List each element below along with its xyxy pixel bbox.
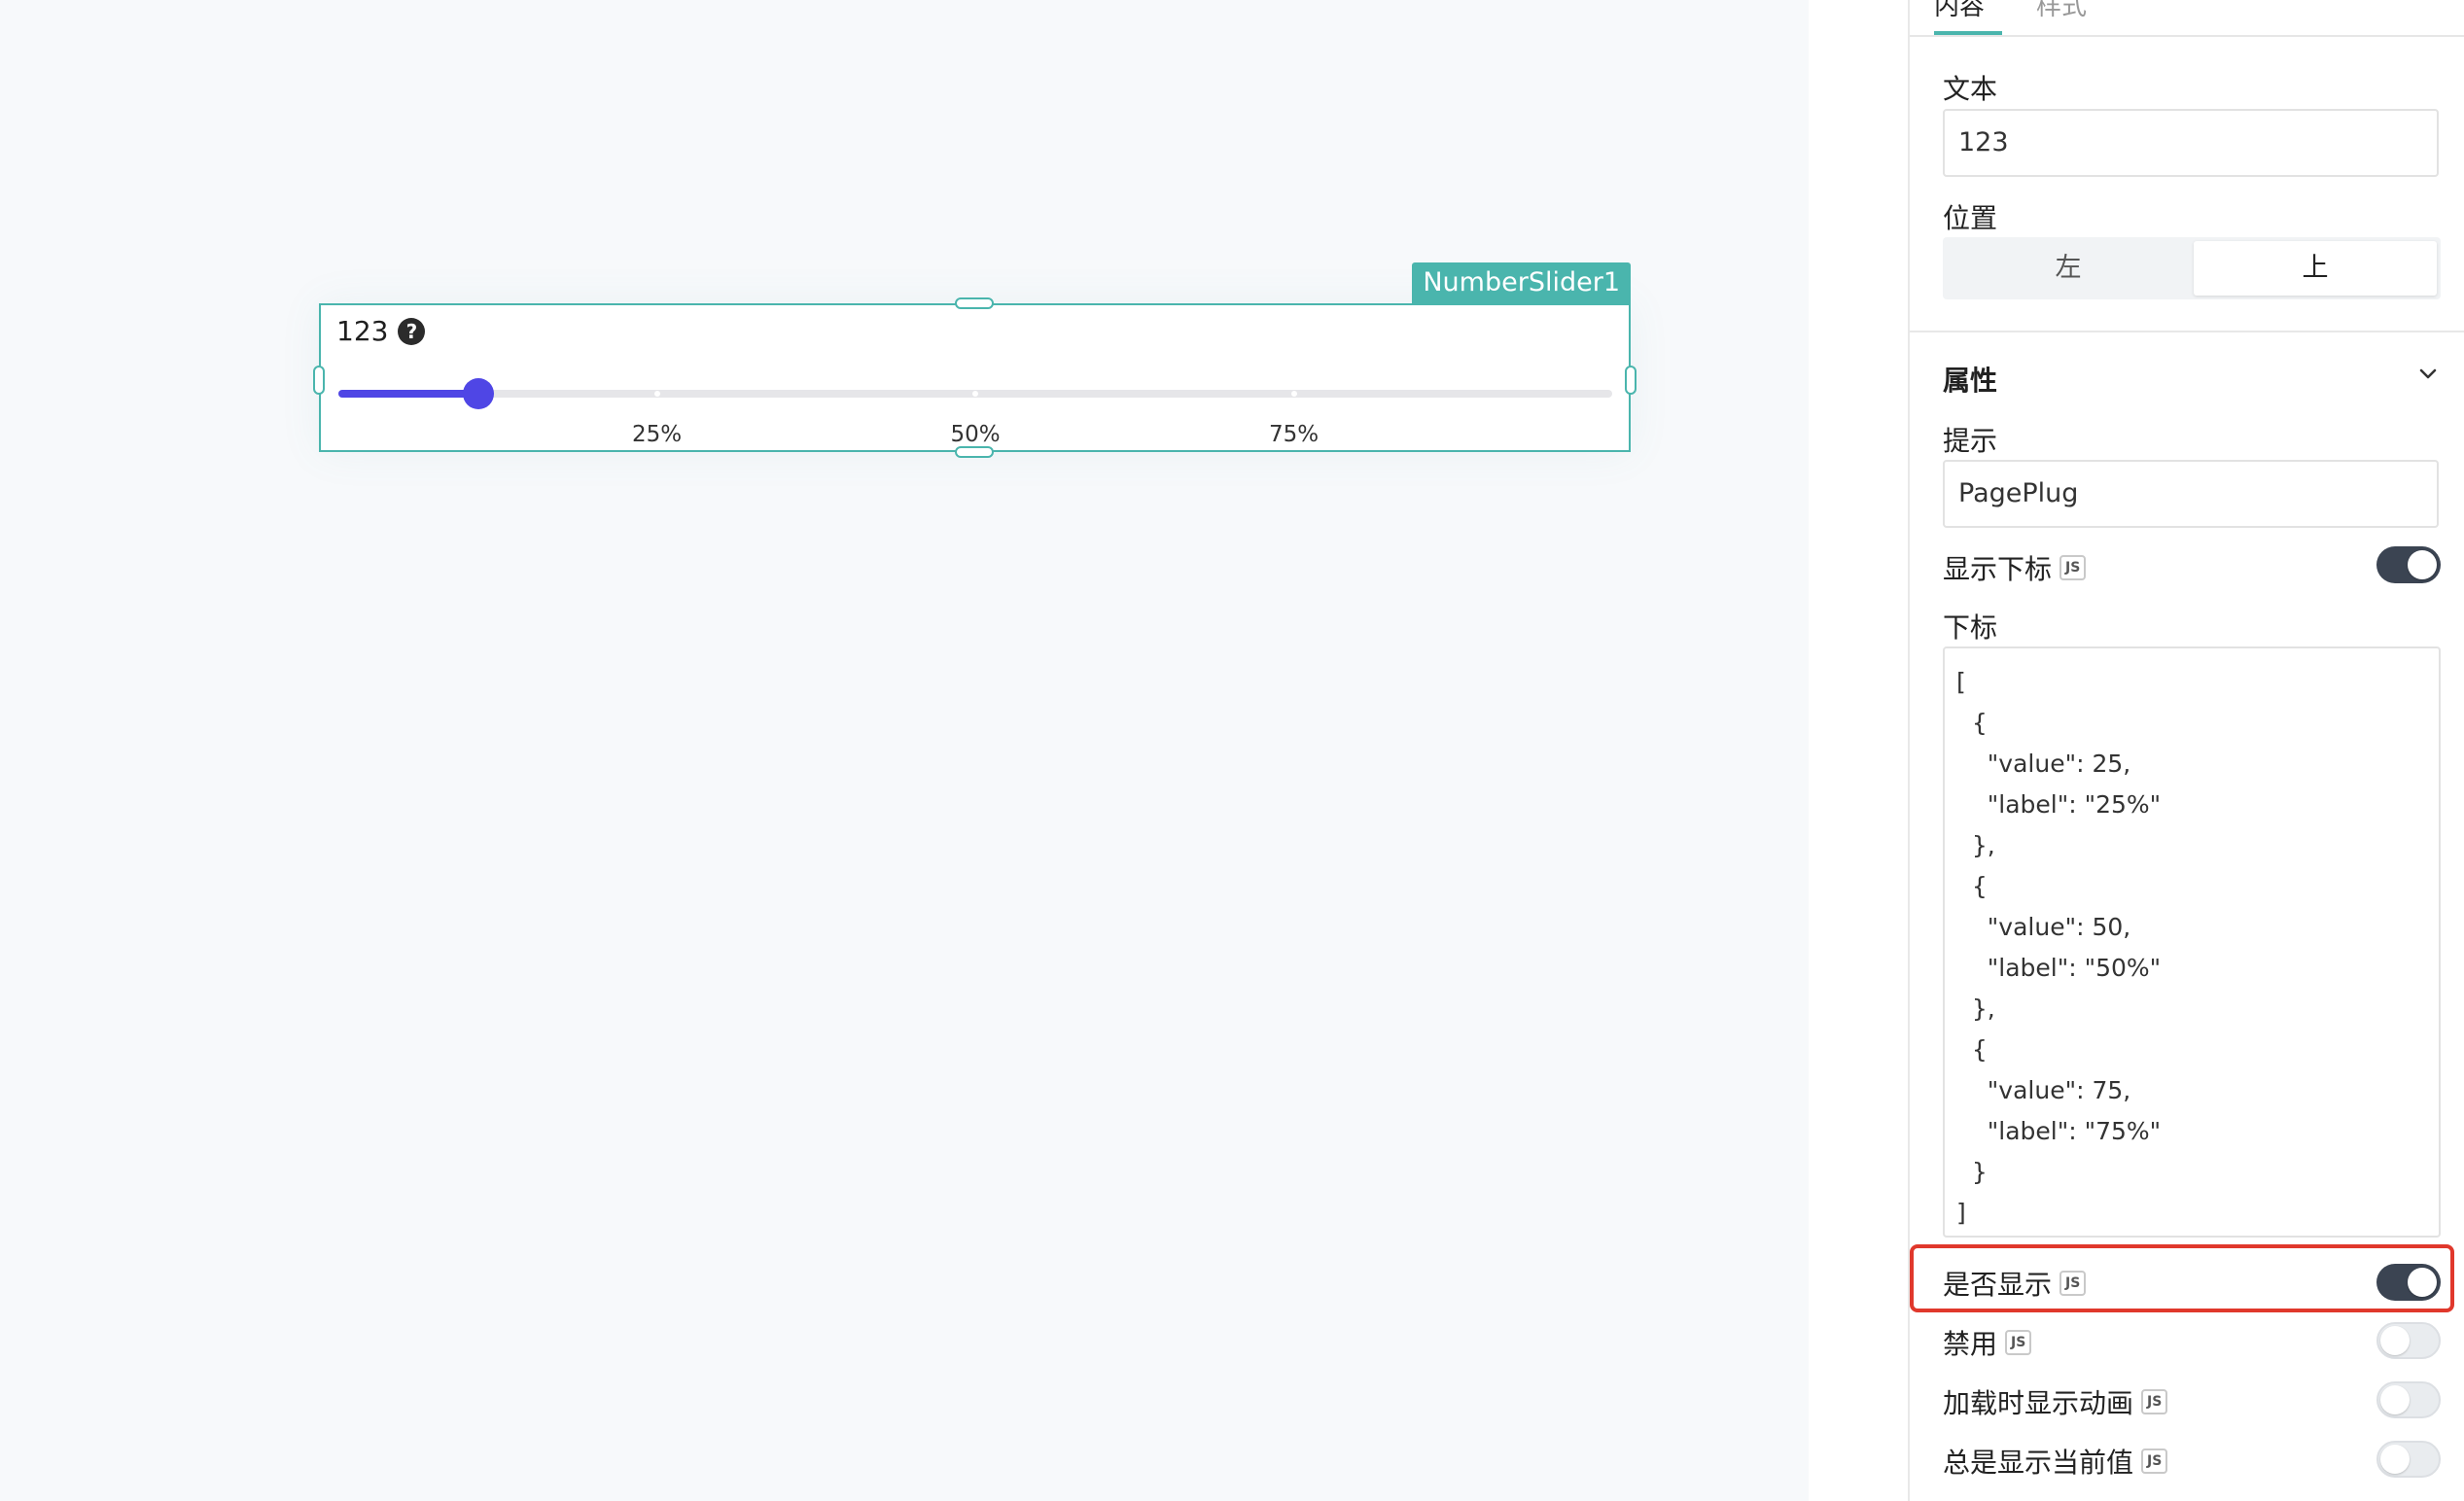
tab-content[interactable]: 内容 [1934, 0, 1985, 22]
resize-handle-top[interactable] [955, 297, 994, 309]
position-option-left[interactable]: 左 [1947, 241, 2190, 296]
text-field-label: 文本 [1943, 73, 1998, 105]
animate-label: 加载时显示动画 [1943, 1387, 2134, 1419]
position-option-top[interactable]: 上 [2194, 241, 2437, 296]
slider-mark-label[interactable]: 25% [632, 422, 682, 447]
slider-track[interactable] [338, 378, 1612, 409]
slider-label-row: 123 ? [336, 315, 426, 347]
js-toggle-badge[interactable]: JS [2005, 1330, 2032, 1355]
show-marks-row-label: 显示下标 JS [1943, 548, 2087, 587]
js-toggle-badge[interactable]: JS [2059, 1271, 2087, 1296]
slider-mark-dot [653, 391, 660, 397]
js-toggle-badge[interactable]: JS [2141, 1449, 2168, 1474]
widget-name-tag[interactable]: NumberSlider1 [1412, 262, 1631, 303]
property-pane: 内容 样式 文本 123 位置 左 上 属性 提示 PagePlug 显示下标 … [1910, 0, 2464, 1501]
number-slider-widget[interactable]: NumberSlider1 123 ? 25% 50% 75% [313, 262, 1637, 458]
resize-handle-bottom[interactable] [955, 446, 994, 458]
text-input[interactable]: 123 [1943, 109, 2439, 177]
question-circle-icon[interactable]: ? [398, 317, 426, 345]
visible-toggle[interactable] [2376, 1264, 2441, 1301]
chevron-down-icon[interactable] [2415, 362, 2441, 387]
active-tab-indicator [1934, 31, 2002, 35]
visible-row-label: 是否显示 JS [1943, 1264, 2087, 1303]
show-marks-label: 显示下标 [1943, 553, 2053, 585]
position-segmented-control: 左 上 [1943, 237, 2441, 299]
slider-thumb[interactable] [463, 378, 495, 409]
position-field-label: 位置 [1943, 202, 1998, 234]
tooltip-input[interactable]: PagePlug [1943, 460, 2439, 528]
tooltip-field-label: 提示 [1943, 425, 1998, 457]
slider-mark-label[interactable]: 50% [950, 422, 1000, 447]
slider-mark-dot [1290, 391, 1297, 397]
disabled-row-label: 禁用 JS [1943, 1323, 2032, 1362]
marks-field-label: 下标 [1943, 611, 1998, 644]
js-toggle-badge[interactable]: JS [2141, 1389, 2168, 1414]
section-title-properties[interactable]: 属性 [1943, 360, 1997, 399]
disabled-toggle[interactable] [2376, 1322, 2441, 1359]
always-show-toggle[interactable] [2376, 1441, 2441, 1478]
pane-tabs: 内容 样式 [1910, 0, 2464, 37]
tab-style[interactable]: 样式 [2036, 0, 2087, 22]
disabled-label: 禁用 [1943, 1328, 1998, 1360]
slider-mark-label[interactable]: 75% [1269, 422, 1319, 447]
slider-label: 123 [336, 315, 389, 347]
animate-toggle[interactable] [2376, 1381, 2441, 1418]
resize-handle-right[interactable] [1625, 366, 1637, 395]
marks-code-editor[interactable]: [ { "value": 25, "label": "25%" }, { "va… [1943, 646, 2441, 1238]
slider-track-fill [338, 390, 479, 398]
resize-handle-left[interactable] [313, 366, 325, 395]
slider-mark-dot [972, 391, 978, 397]
js-toggle-badge[interactable]: JS [2059, 555, 2087, 580]
editor-canvas: NumberSlider1 123 ? 25% 50% 75% [0, 0, 1809, 1501]
show-marks-toggle[interactable] [2376, 546, 2441, 583]
animate-row-label: 加载时显示动画 JS [1943, 1382, 2168, 1421]
section-divider [1910, 331, 2464, 332]
always-show-row-label: 总是显示当前值 JS [1943, 1442, 2168, 1481]
visible-label: 是否显示 [1943, 1269, 2053, 1301]
always-show-label: 总是显示当前值 [1943, 1447, 2134, 1479]
